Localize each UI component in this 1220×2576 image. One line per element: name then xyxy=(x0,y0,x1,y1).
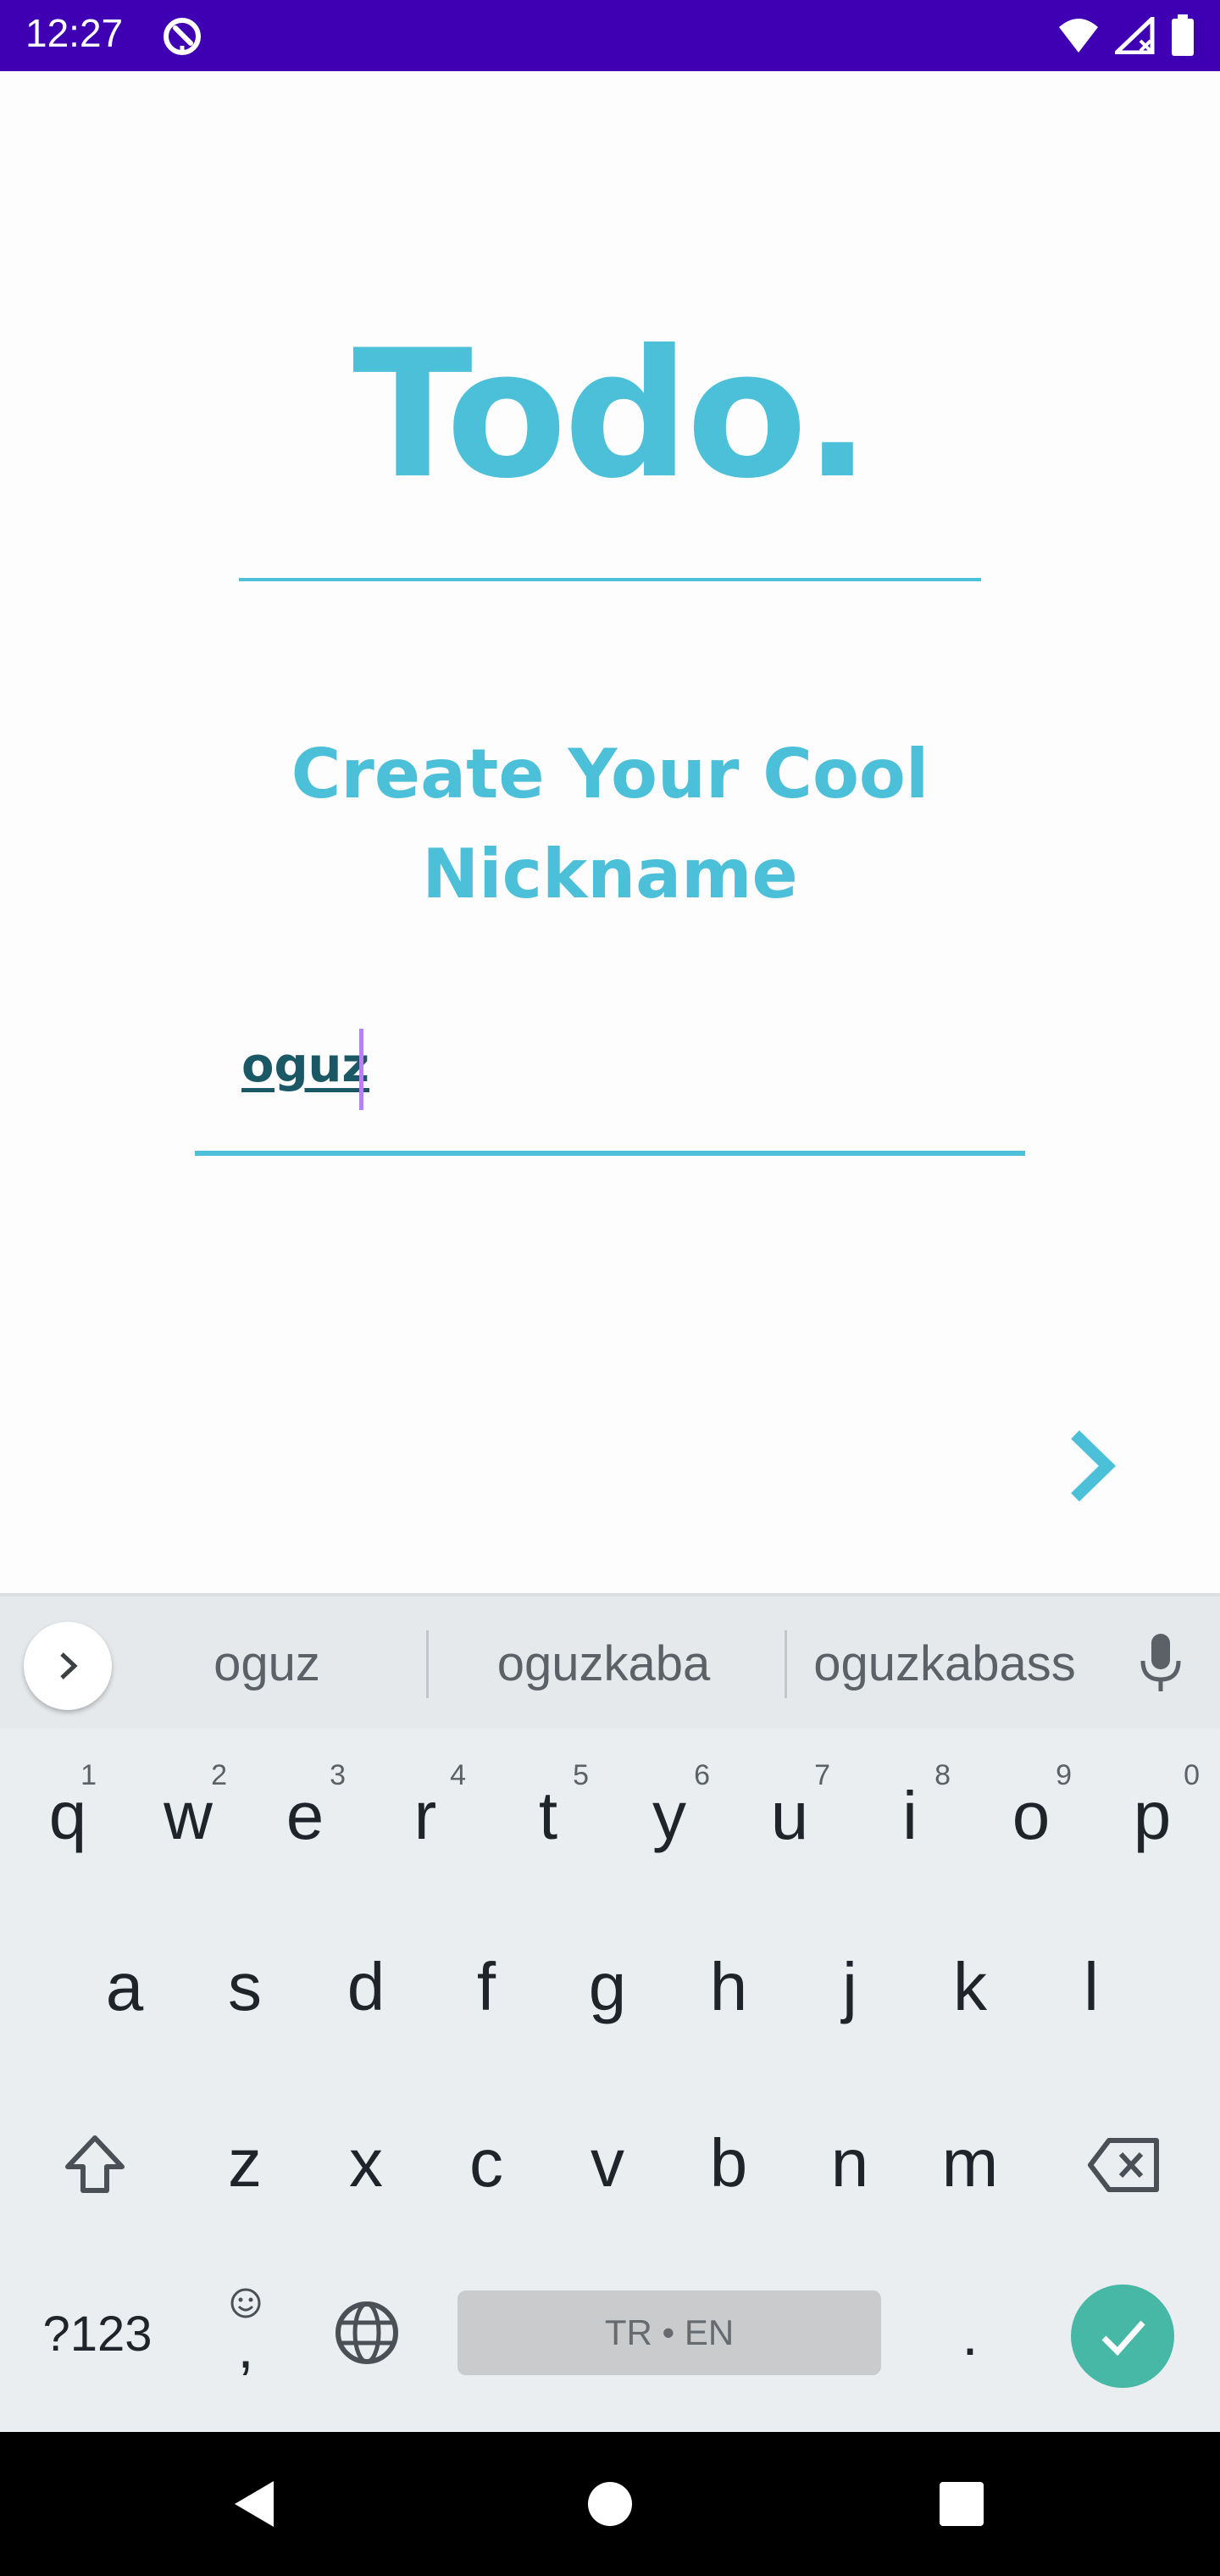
nickname-input-value[interactable]: oguz xyxy=(241,1035,369,1096)
key-hint: 9 xyxy=(1056,1759,1072,1791)
back-triangle-icon xyxy=(235,2481,274,2527)
app-notification-icon xyxy=(164,18,201,55)
suggestion-strip: oguz oguzkaba oguzkabass xyxy=(0,1593,1220,1729)
chevron-right-icon xyxy=(1071,1430,1117,1502)
home-circle-icon xyxy=(588,2482,632,2526)
suggestion-separator xyxy=(785,1630,787,1698)
key-i[interactable]: 8 i xyxy=(874,1761,951,1871)
key-b[interactable]: b xyxy=(693,2117,764,2210)
shift-icon xyxy=(65,2135,125,2193)
space-key[interactable]: TR • EN xyxy=(458,2290,881,2375)
battery-icon xyxy=(1172,14,1194,56)
key-j[interactable]: j xyxy=(814,1940,885,2034)
chevron-right-icon xyxy=(60,1652,78,1679)
symbols-key[interactable]: ?123 xyxy=(25,2296,169,2373)
status-icons xyxy=(1057,12,1195,59)
suggestion-3[interactable]: oguzkabass xyxy=(796,1629,1093,1700)
nickname-input-underline xyxy=(195,1151,1025,1156)
key-hint: 7 xyxy=(814,1759,830,1791)
wifi-icon xyxy=(1059,19,1098,53)
recents-button[interactable] xyxy=(919,2462,1004,2546)
mic-button[interactable] xyxy=(1131,1630,1190,1698)
recents-square-icon xyxy=(940,2482,984,2526)
key-hint: 4 xyxy=(450,1759,466,1791)
key-o[interactable]: 9 o xyxy=(995,1761,1072,1871)
key-y[interactable]: 6 y xyxy=(634,1761,710,1871)
globe-icon xyxy=(336,2301,398,2364)
key-hint: 1 xyxy=(80,1759,97,1791)
language-key[interactable] xyxy=(326,2292,408,2373)
key-n[interactable]: n xyxy=(814,2117,885,2210)
key-u[interactable]: 7 u xyxy=(754,1761,830,1871)
key-hint: 8 xyxy=(934,1759,951,1791)
nickname-input[interactable]: oguz xyxy=(195,1017,1025,1158)
key-f[interactable]: f xyxy=(451,1940,522,2034)
checkmark-icon xyxy=(1101,2320,1145,2357)
key-hint: 5 xyxy=(573,1759,589,1791)
suggestion-separator xyxy=(426,1630,429,1698)
comma-label: , xyxy=(237,2314,254,2380)
period-key[interactable]: . xyxy=(936,2288,1004,2381)
home-button[interactable] xyxy=(568,2462,652,2546)
keyboard-expand-button[interactable] xyxy=(24,1622,112,1710)
suggestion-1[interactable]: oguz xyxy=(148,1629,385,1700)
backspace-icon xyxy=(1088,2138,1159,2192)
back-button[interactable] xyxy=(212,2462,297,2546)
key-x[interactable]: x xyxy=(330,2117,402,2210)
key-c[interactable]: c xyxy=(451,2117,522,2210)
title-divider xyxy=(239,578,981,581)
key-m[interactable]: m xyxy=(934,2117,1006,2210)
emoji-comma-key[interactable]: , xyxy=(212,2279,280,2390)
key-z[interactable]: z xyxy=(209,2117,280,2210)
key-h[interactable]: h xyxy=(693,1940,764,2034)
key-hint: 0 xyxy=(1184,1759,1200,1791)
app-title: Todo. xyxy=(352,313,871,518)
navigation-bar xyxy=(0,2432,1220,2576)
backspace-key[interactable] xyxy=(1078,2118,1171,2212)
key-hint: 3 xyxy=(330,1759,346,1791)
status-time: 12:27 xyxy=(25,11,124,55)
key-w[interactable]: 2 w xyxy=(152,1759,227,1871)
next-button[interactable] xyxy=(1051,1424,1135,1508)
key-k[interactable]: k xyxy=(934,1940,1006,2034)
nickname-prompt-heading: Create Your Cool Nickname xyxy=(291,735,929,913)
key-label: p xyxy=(1133,1778,1172,1853)
shift-key[interactable] xyxy=(53,2118,137,2212)
text-cursor xyxy=(359,1029,363,1110)
signal-icon xyxy=(1115,17,1155,54)
key-d[interactable]: d xyxy=(330,1940,402,2034)
key-r[interactable]: 4 r xyxy=(390,1761,466,1871)
key-l[interactable]: l xyxy=(1056,1940,1127,2034)
enter-key[interactable] xyxy=(1071,2285,1174,2388)
key-v[interactable]: v xyxy=(572,2117,643,2210)
key-hint: 6 xyxy=(694,1759,710,1791)
key-t[interactable]: 5 t xyxy=(513,1761,589,1871)
microphone-icon xyxy=(1140,1634,1181,1691)
key-a[interactable]: a xyxy=(89,1940,160,2034)
key-hint: 2 xyxy=(211,1759,227,1791)
key-g[interactable]: g xyxy=(572,1940,643,2034)
key-s[interactable]: s xyxy=(209,1940,280,2034)
key-q[interactable]: 1 q xyxy=(32,1761,103,1871)
suggestion-2[interactable]: oguzkaba xyxy=(462,1629,746,1700)
key-e[interactable]: 3 e xyxy=(269,1761,346,1871)
status-bar: 12:27 xyxy=(0,0,1220,71)
key-p[interactable]: 0 p xyxy=(1117,1761,1200,1871)
